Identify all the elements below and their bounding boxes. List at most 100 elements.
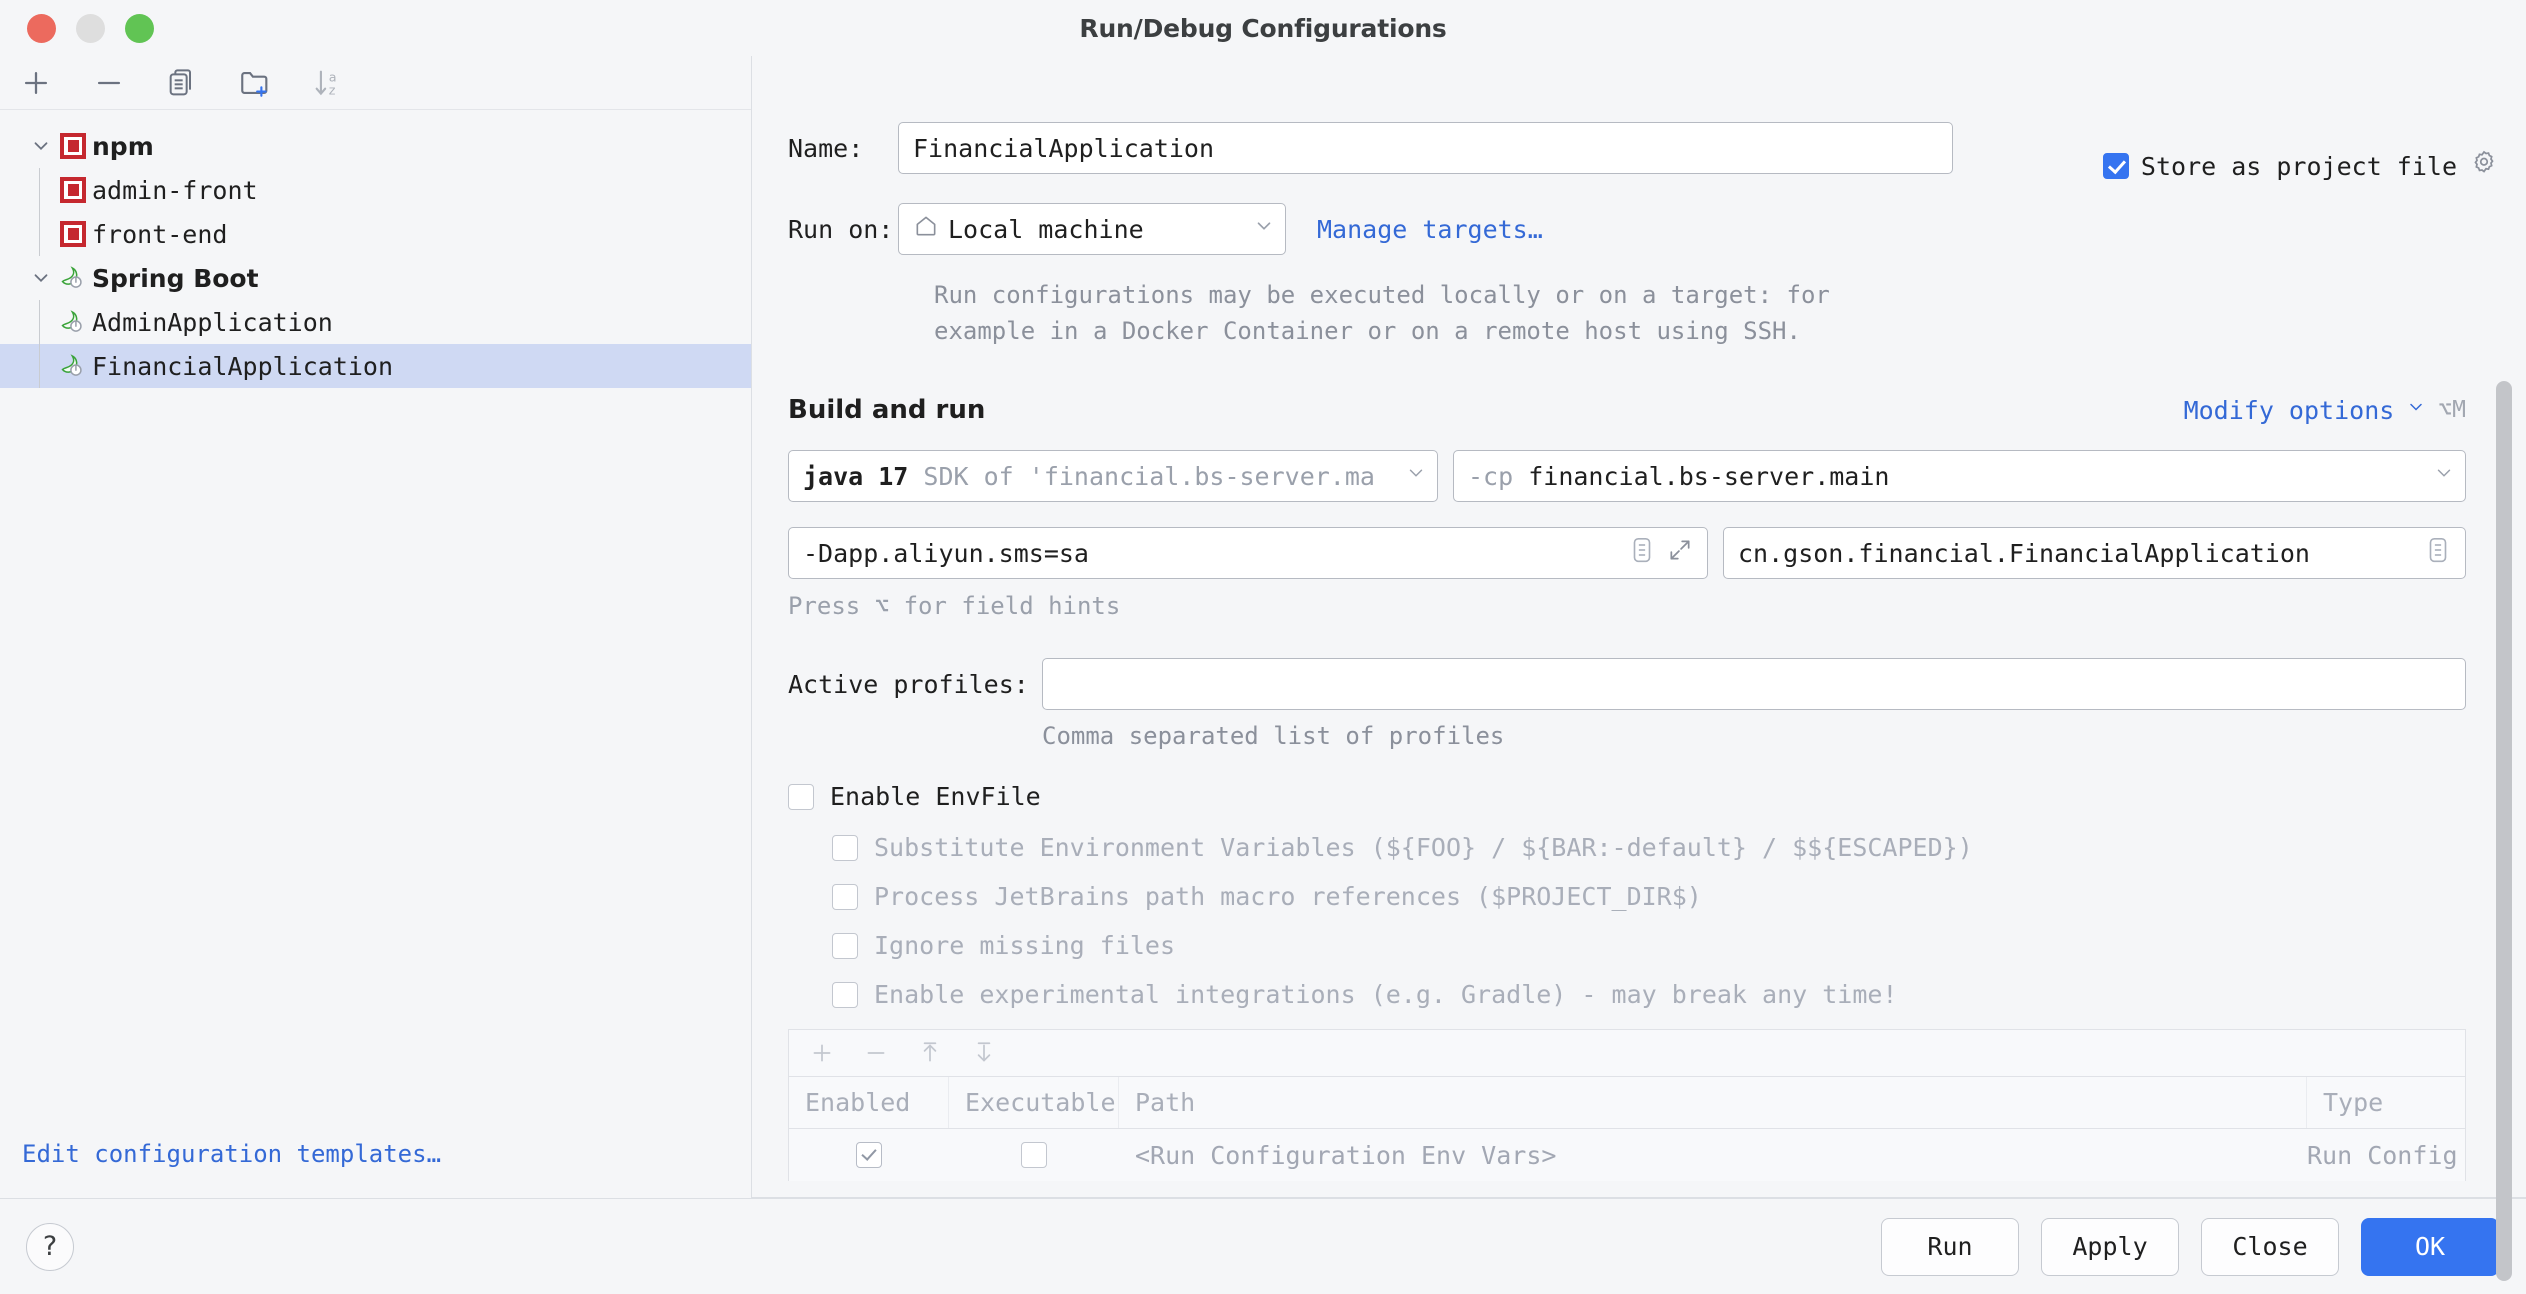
chevron-down-icon[interactable]	[1253, 215, 1275, 243]
help-button[interactable]: ?	[26, 1222, 74, 1271]
macro-list-icon[interactable]	[2425, 535, 2451, 571]
row-enabled-checkbox[interactable]	[856, 1142, 882, 1168]
row-enabled-cell[interactable]	[789, 1129, 949, 1181]
column-header-path[interactable]: Path	[1119, 1077, 2307, 1128]
tree-item-label: admin-front	[92, 175, 258, 205]
active-profiles-input[interactable]	[1042, 658, 2466, 710]
edit-configuration-templates-link[interactable]: Edit configuration templates…	[0, 1140, 751, 1198]
macro-list-icon[interactable]	[1629, 535, 1655, 571]
field-hint-text: Press ⌥ for field hints	[788, 592, 1121, 620]
vm-options-mainclass-row: -Dapp.aliyun.sms=sa cn.gson.financial.Fi…	[788, 527, 2466, 579]
row-executable-checkbox[interactable]	[1021, 1142, 1047, 1168]
tree-guide-line	[39, 168, 40, 212]
ignore-missing-files-option[interactable]: Ignore missing files	[832, 931, 2526, 960]
active-profiles-hint: Comma separated list of profiles	[1042, 722, 1505, 750]
process-path-macros-checkbox[interactable]	[832, 883, 858, 910]
npm-icon	[58, 131, 88, 161]
spring-boot-icon	[58, 307, 88, 337]
classpath-module-combobox[interactable]: -cp financial.bs-server.main	[1453, 450, 2466, 502]
move-down-button[interactable]	[969, 1038, 999, 1068]
experimental-integrations-option[interactable]: Enable experimental integrations (e.g. G…	[832, 980, 2526, 1009]
configuration-editor-panel: Name: FinancialApplication Store as proj…	[752, 56, 2526, 1281]
jre-combobox[interactable]: java 17 SDK of 'financial.bs-server.ma	[788, 450, 1438, 502]
run-on-target-combobox[interactable]: Local machine	[898, 203, 1286, 255]
column-header-enabled[interactable]: Enabled	[789, 1077, 949, 1128]
tree-item-label: FinancialApplication	[92, 351, 394, 381]
copy-configuration-button[interactable]	[160, 61, 204, 105]
store-as-project-file-label: Store as project file	[2140, 151, 2457, 181]
column-header-type[interactable]: Type	[2307, 1077, 2465, 1128]
experimental-integrations-checkbox[interactable]	[832, 981, 858, 1008]
modify-options-group: Modify options ⌥M	[2167, 395, 2466, 425]
enable-envfile-label: Enable EnvFile	[830, 782, 1041, 811]
gear-icon[interactable]	[2469, 148, 2499, 184]
modify-options-link[interactable]: Modify options	[2184, 396, 2395, 425]
dialog-footer: ? Run Apply Close OK	[0, 1198, 2526, 1294]
classpath-flag: -cp	[1468, 461, 1514, 491]
name-input[interactable]: FinancialApplication	[898, 122, 1953, 174]
chevron-down-icon[interactable]	[24, 267, 58, 289]
classpath-value: financial.bs-server.main	[1528, 461, 1890, 491]
column-header-executable[interactable]: Executable	[949, 1077, 1119, 1128]
sidebar-toolbar: a z	[0, 56, 751, 110]
add-env-file-button[interactable]	[807, 1038, 837, 1068]
store-as-project-file-control[interactable]: Store as project file	[2102, 148, 2499, 184]
add-configuration-button[interactable]	[14, 61, 58, 105]
substitute-env-vars-checkbox[interactable]	[832, 834, 858, 861]
row-path-cell: <Run Configuration Env Vars>	[1135, 1140, 1557, 1170]
tree-item-label: AdminApplication	[92, 307, 333, 337]
ignore-missing-files-label: Ignore missing files	[874, 931, 1176, 960]
chevron-down-icon[interactable]	[1405, 462, 1427, 490]
tree-item-label: front-end	[92, 219, 228, 249]
vertical-scrollbar[interactable]	[2496, 381, 2512, 1281]
run-button[interactable]: Run	[1881, 1217, 2019, 1276]
ok-button[interactable]: OK	[2361, 1217, 2499, 1276]
substitute-env-vars-option[interactable]: Substitute Environment Variables (${FOO}…	[832, 833, 2526, 862]
sdk-version: java 17	[803, 461, 909, 491]
manage-targets-link[interactable]: Manage targets…	[1317, 215, 1543, 244]
new-folder-button[interactable]	[233, 61, 277, 105]
tree-group-npm[interactable]: npm	[0, 124, 751, 168]
vm-options-input[interactable]: -Dapp.aliyun.sms=sa	[788, 527, 1708, 579]
ignore-missing-files-checkbox[interactable]	[832, 932, 858, 959]
configurations-tree[interactable]: npm admin-front front-end Spring Boot Ad…	[0, 110, 751, 1140]
build-and-run-title: Build and run	[788, 395, 1002, 425]
run-on-description: Run configurations may be executed local…	[934, 281, 1830, 345]
configuration-form: Name: FinancialApplication Store as proj…	[752, 56, 2526, 1181]
configurations-sidebar: a z npm admin-front front-end Spring Boo…	[0, 56, 752, 1198]
envfile-sub-options: Substitute Environment Variables (${FOO}…	[752, 833, 2526, 1009]
tree-guide-line	[39, 212, 40, 256]
tree-item-front-end[interactable]: front-end	[0, 212, 751, 256]
tree-item-admin-front[interactable]: admin-front	[0, 168, 751, 212]
tree-item-adminapplication[interactable]: AdminApplication	[0, 300, 751, 344]
main-class-input[interactable]: cn.gson.financial.FinancialApplication	[1723, 527, 2466, 579]
run-on-label: Run on:	[788, 214, 894, 244]
chevron-down-icon[interactable]	[24, 135, 58, 157]
process-path-macros-option[interactable]: Process JetBrains path macro references …	[832, 882, 2526, 911]
close-button[interactable]: Close	[2201, 1217, 2339, 1276]
sort-configurations-button[interactable]: a z	[306, 61, 350, 105]
tree-guide-line	[39, 300, 40, 344]
build-and-run-fields: java 17 SDK of 'financial.bs-server.ma -…	[752, 450, 2526, 579]
active-profiles-row: Active profiles:	[752, 658, 2526, 710]
remove-env-file-button[interactable]	[861, 1038, 891, 1068]
enable-envfile-row[interactable]: Enable EnvFile	[752, 782, 2526, 811]
run-on-row: Run on: Local machine Manage targets…	[752, 203, 2526, 255]
tree-item-label: npm	[92, 131, 154, 161]
chevron-down-icon[interactable]	[2433, 462, 2455, 490]
npm-icon	[58, 219, 88, 249]
dialog-action-buttons: Run Apply Close OK	[1881, 1217, 2499, 1276]
tree-group-spring-boot[interactable]: Spring Boot	[0, 256, 751, 300]
svg-text:z: z	[329, 83, 336, 98]
row-executable-cell[interactable]	[949, 1129, 1119, 1181]
enable-envfile-checkbox[interactable]	[788, 783, 814, 810]
apply-button[interactable]: Apply	[2041, 1217, 2179, 1276]
tree-item-financialapplication[interactable]: FinancialApplication	[0, 344, 751, 388]
expand-icon[interactable]	[1667, 537, 1693, 569]
move-up-button[interactable]	[915, 1038, 945, 1068]
remove-configuration-button[interactable]	[87, 61, 131, 105]
store-as-project-file-checkbox[interactable]	[2102, 153, 2129, 179]
table-row[interactable]: <Run Configuration Env Vars> Run Config	[789, 1129, 2465, 1181]
sdk-classpath-row: java 17 SDK of 'financial.bs-server.ma -…	[788, 450, 2466, 502]
chevron-down-icon[interactable]	[2406, 397, 2426, 423]
